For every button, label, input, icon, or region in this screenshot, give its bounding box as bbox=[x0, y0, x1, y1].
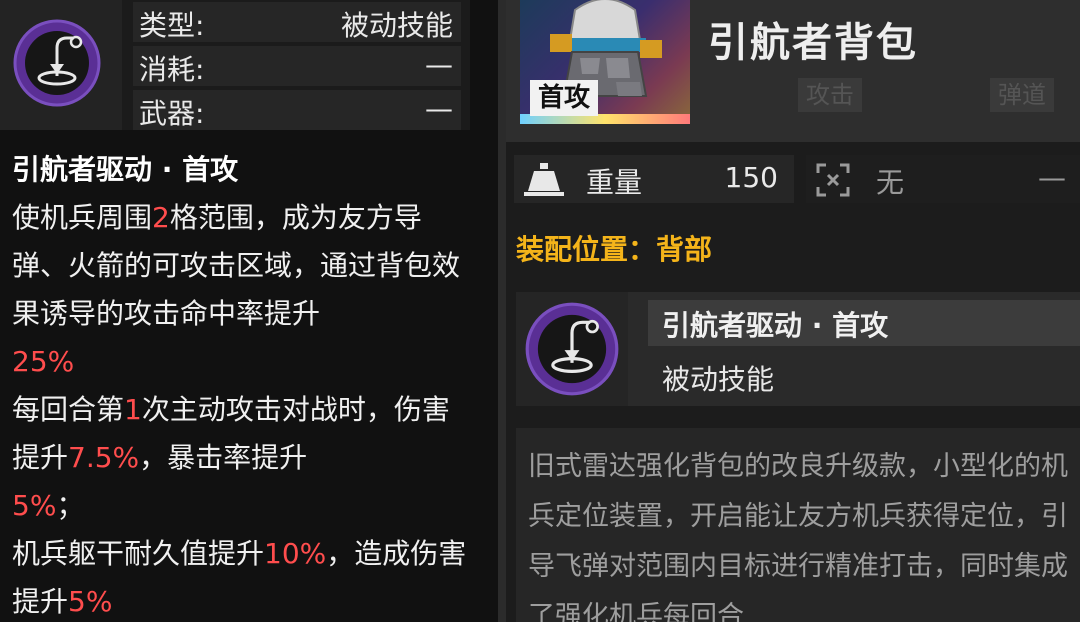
item-lore-box: 旧式雷达强化背包的改良升级款，小型化的机兵定位装置，开启能让友方机兵获得定位，引… bbox=[516, 428, 1080, 622]
stat-value: — bbox=[425, 48, 453, 81]
item-title: 引航者背包 bbox=[708, 20, 918, 66]
item-image: 首攻 bbox=[520, 0, 690, 124]
skill-card[interactable]: 引航者驱动 · 首攻 被动技能 bbox=[516, 292, 1080, 406]
ghost-button-trajectory: 弹道 bbox=[990, 78, 1054, 112]
item-tag: 首攻 bbox=[530, 80, 599, 116]
skill-card-icon-frame bbox=[516, 292, 628, 406]
skill-type: 被动技能 bbox=[662, 363, 775, 396]
stat-label: 武器: bbox=[139, 97, 205, 130]
stat-row-cost: 消耗: — bbox=[133, 46, 461, 86]
skill-name: 引航者驱动 · 首攻 bbox=[662, 309, 889, 342]
skill-header: 类型: 被动技能 消耗: — 武器: — bbox=[0, 0, 470, 130]
stat-row-type: 类型: 被动技能 bbox=[133, 2, 461, 42]
panel-divider bbox=[498, 0, 506, 622]
stat-value: 被动技能 bbox=[340, 9, 453, 42]
range-label: 无 bbox=[876, 166, 905, 199]
weight-stat: 重量 150 bbox=[514, 155, 794, 203]
range-value: — bbox=[1038, 161, 1066, 194]
effect-paragraph-3: 机兵躯干耐久值提升10%，造成伤害提升5% bbox=[12, 537, 467, 618]
item-detail-panel: 首攻 引航者背包 攻击 弹道 重量 150 无 — 装配位置：背部 引航者驱动 … bbox=[506, 0, 1080, 622]
crosshair-icon bbox=[816, 163, 850, 197]
stat-row-weapon: 武器: — bbox=[133, 90, 461, 130]
weight-value: 150 bbox=[724, 161, 778, 194]
mount-position-label: 装配位置：背部 bbox=[516, 233, 713, 266]
guidance-beacon-icon bbox=[13, 19, 101, 107]
weight-icon bbox=[524, 163, 564, 196]
ghost-button-attack: 攻击 bbox=[798, 78, 862, 112]
stat-label: 类型: bbox=[139, 9, 205, 42]
effect-paragraph-2: 每回合第1次主动攻击对战时，伤害提升7.5%，暴击率提升 5%； bbox=[12, 393, 450, 522]
stat-label: 消耗: bbox=[139, 53, 205, 86]
weight-label: 重量 bbox=[586, 166, 643, 199]
guidance-beacon-icon bbox=[525, 302, 619, 396]
item-header: 首攻 引航者背包 攻击 弹道 bbox=[506, 0, 1080, 142]
skill-icon-frame bbox=[0, 0, 122, 130]
effect-paragraph-1: 使机兵周围2格范围，成为友方导弹、火箭的可攻击区域，通过背包效果诱导的攻击命中率… bbox=[12, 201, 461, 378]
stat-value: — bbox=[425, 92, 453, 125]
range-stat: 无 — bbox=[806, 155, 1080, 203]
skill-name-bar: 引航者驱动 · 首攻 bbox=[648, 300, 1080, 346]
skill-detail-panel: 类型: 被动技能 消耗: — 武器: — 引航者驱动 · 首攻 使机兵周围2格范… bbox=[0, 0, 498, 622]
item-lore-text: 旧式雷达强化背包的改良升级款，小型化的机兵定位装置，开启能让友方机兵获得定位，引… bbox=[528, 451, 1068, 622]
skill-description: 引航者驱动 · 首攻 使机兵周围2格范围，成为友方导弹、火箭的可攻击区域，通过背… bbox=[12, 146, 472, 622]
skill-title: 引航者驱动 · 首攻 bbox=[12, 153, 239, 186]
